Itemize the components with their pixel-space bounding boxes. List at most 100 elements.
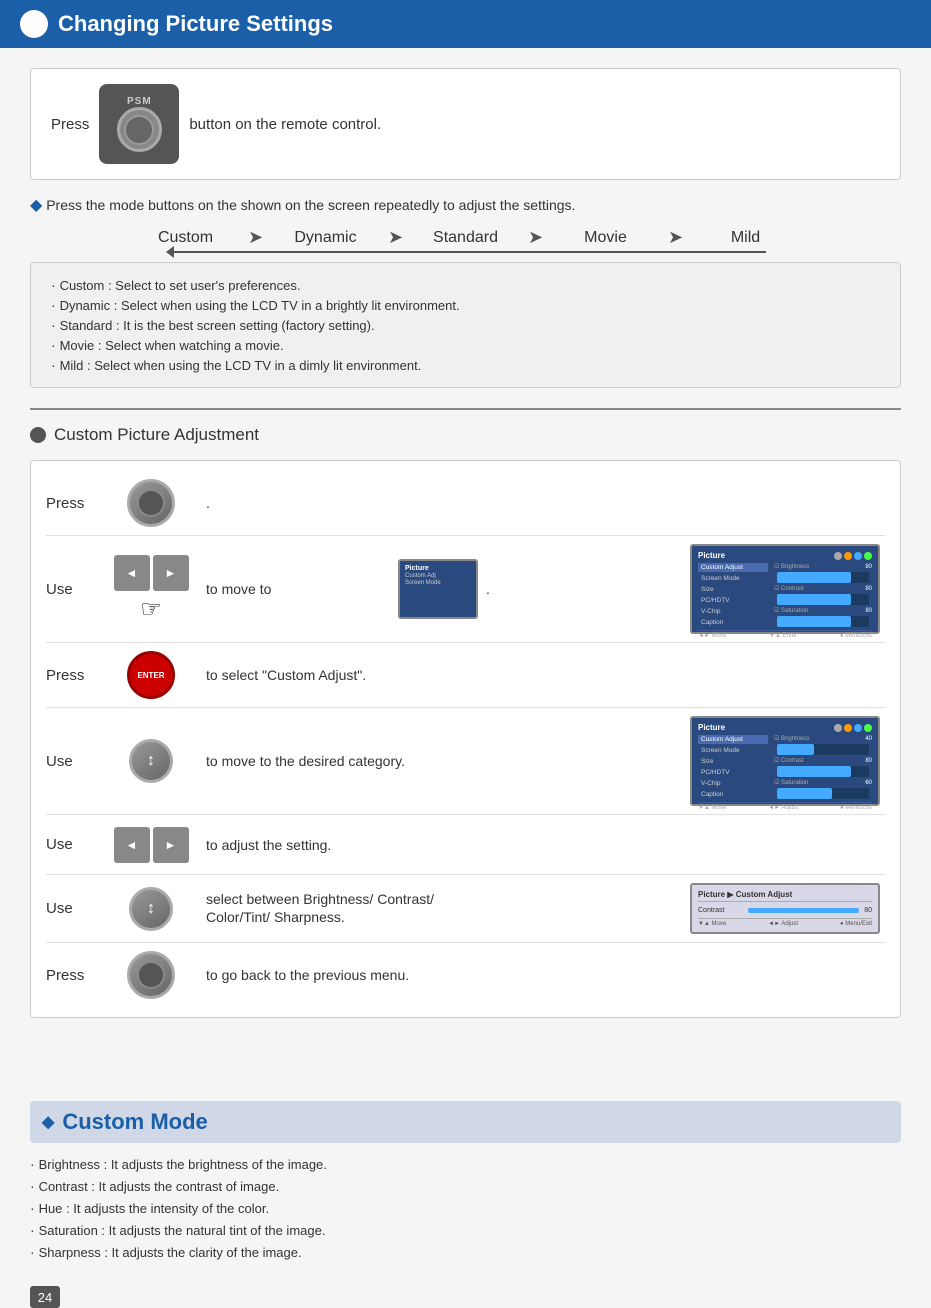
desc-item-standard: Standard : It is the best screen setting…: [51, 315, 880, 335]
screen-thumb-title: Picture: [405, 565, 471, 572]
instr-desc-row-2: to move to Picture Custom Adj Screen Mod…: [206, 559, 670, 619]
panel-title-1: Picture: [698, 551, 725, 560]
panel-header-1: Picture: [698, 551, 872, 560]
section-title-text: Custom Picture Adjustment: [54, 425, 259, 445]
panel-menu-2-vchip: V-Chip: [698, 779, 768, 788]
round-button-inner-2: [137, 961, 165, 989]
panel-menu-2-pc: PC/HDTV: [698, 768, 768, 777]
desc-box: Custom : Select to set user's preference…: [30, 262, 901, 388]
panel-icon-1: [834, 552, 842, 560]
panel-menu-custom-adjust: Custom Adjust: [698, 563, 768, 572]
page-title: Changing Picture Settings: [58, 11, 333, 37]
bottom-section: ◆ Custom Mode Brightness : It adjusts th…: [0, 1086, 931, 1278]
custom-mode-item-brightness: Brightness : It adjusts the brightness o…: [30, 1153, 901, 1175]
nav-lr-icon: ◄ ►: [114, 555, 189, 591]
instr-label-5: Use: [46, 836, 96, 853]
panel-icon-2: [844, 552, 852, 560]
panel-title-2: Picture: [698, 723, 725, 732]
mode-standard: Standard: [421, 229, 511, 247]
back-left-arrow-icon: [166, 246, 174, 258]
instr-icon-6: ↕: [111, 887, 191, 931]
nav-right-icon-2: ►: [153, 827, 189, 863]
custom-mode-title-text: Custom Mode: [62, 1109, 207, 1135]
panel-icons-1: [834, 552, 872, 560]
arrow-2: [371, 227, 421, 248]
screen-thumb-row: Custom Adj: [405, 573, 471, 579]
panel-footer-1: ◄► Move ▼▲ Enter ● Menu/Exit: [698, 630, 872, 639]
panel-val2-contrast: ☑ Contrast 80: [774, 757, 872, 764]
instr-desc-3: to select "Custom Adjust".: [206, 667, 885, 683]
panel-bar-brightness: [777, 572, 869, 583]
instr-icon-2: ◄ ► ☞: [111, 555, 191, 624]
instr-label-4: Use: [46, 753, 96, 770]
screen-thumb-row-2: Screen Mode: [405, 580, 471, 586]
panel-icon-4: [864, 552, 872, 560]
panel-val-hue: ☑ Saturation 80: [774, 607, 872, 614]
mode-mild: Mild: [701, 229, 791, 247]
custom-mode-item-contrast: Contrast : It adjusts the contrast of im…: [30, 1175, 901, 1197]
psm-label: PSM: [127, 96, 152, 107]
title-bar: Changing Picture Settings: [0, 0, 931, 48]
custom-panel-header: Picture ▶ Custom Adjust: [698, 890, 872, 902]
custom-mode-item-hue: Hue : It adjusts the intensity of the co…: [30, 1197, 901, 1219]
panel-menu-size: Size: [698, 585, 768, 594]
desc-item-mild: Mild : Select when using the LCD TV in a…: [51, 355, 880, 375]
custom-panel-bar: [748, 908, 859, 913]
panel-icons-2: [834, 724, 872, 732]
screen-thumb-label-2: Screen Mode: [405, 580, 441, 586]
instr-label-7: Press: [46, 967, 96, 984]
screen-panel-2: Picture Custom Adjust Screen: [690, 716, 880, 806]
instr-label-3: Press: [46, 667, 96, 684]
custom-panel-label: Contrast: [698, 907, 743, 914]
main-content: Press PSM button on the remote control. …: [0, 48, 931, 1086]
custom-mode-item-sharpness: Sharpness : It adjusts the clarity of th…: [30, 1241, 901, 1263]
desc-item-dynamic: Dynamic : Select when using the LCD TV i…: [51, 295, 880, 315]
updown-button-icon-2: ↕: [129, 887, 173, 931]
page: Changing Picture Settings Press PSM butt…: [0, 0, 931, 1308]
panel-menu-pc: PC/HDTV: [698, 596, 768, 605]
button-text: button on the remote control.: [189, 116, 381, 133]
instr-row-2: Use ◄ ► ☞ to move to Picture Custom Adj: [46, 536, 885, 643]
panel-val2-brightness: ☑ Brightness 40: [774, 735, 872, 742]
panel-menu-2-caption: Caption: [698, 790, 768, 799]
section-divider: [30, 408, 901, 410]
title-circle-icon: [20, 10, 48, 38]
panel-body-2: Custom Adjust Screen Mode Size PC/HDTV V…: [698, 735, 872, 799]
instr-right-2: Picture Custom Adjust Screen: [685, 544, 885, 634]
arrow-3: [511, 227, 561, 248]
instr-desc-2: to move to: [206, 581, 390, 597]
top-section: Press PSM button on the remote control.: [30, 68, 901, 180]
instr-row-4: Use ↕ to move to the desired category. P…: [46, 708, 885, 815]
instr-row-7: Press to go back to the previous menu.: [46, 943, 885, 1007]
panel-val-contrast: ☑ Contrast 80: [774, 585, 872, 592]
page-number: 24: [30, 1286, 60, 1308]
instr-desc-6-container: select between Brightness/ Contrast/Colo…: [206, 891, 670, 927]
instr-right-4: Picture Custom Adjust Screen: [685, 716, 885, 806]
panel-menu-screen-mode: Screen Mode: [698, 574, 768, 583]
screen-thumbnail: Picture Custom Adj Screen Mode: [398, 559, 478, 619]
mode-custom: Custom: [141, 229, 231, 247]
instr-right-6: Picture ▶ Custom Adjust Contrast 80 ▼▲ M…: [685, 883, 885, 934]
instruction-area: Press . Use ◄ ► ☞: [30, 460, 901, 1018]
instr-icon-3: ENTER: [111, 651, 191, 699]
mode-flow-diagram: Custom Dynamic Standard Movie Mild: [30, 227, 901, 252]
instr-row-1: Press .: [46, 471, 885, 536]
instr-row-5: Use ◄ ► to adjust the setting.: [46, 815, 885, 875]
diamond-icon-2: ◆: [42, 1112, 54, 1132]
mode-movie: Movie: [561, 229, 651, 247]
panel-icon-3: [854, 552, 862, 560]
mode-dynamic: Dynamic: [281, 229, 371, 247]
instr-row-6: Use ↕ select between Brightness/ Contras…: [46, 875, 885, 943]
screen-thumb-label: Custom Adj: [405, 573, 436, 579]
psm-inner: [124, 115, 154, 145]
enter-button-icon: ENTER: [127, 651, 175, 699]
panel-icon-2c: [854, 724, 862, 732]
custom-mode-title: ◆ Custom Mode: [30, 1101, 901, 1143]
nav-left-icon: ◄: [114, 555, 150, 591]
desc-item-movie: Movie : Select when watching a movie.: [51, 335, 880, 355]
back-arrow-line: [174, 251, 766, 253]
round-button-icon-2: [127, 951, 175, 999]
section-title: Custom Picture Adjustment: [30, 425, 901, 445]
arrow-1: [231, 227, 281, 248]
panel-icon-2d: [864, 724, 872, 732]
